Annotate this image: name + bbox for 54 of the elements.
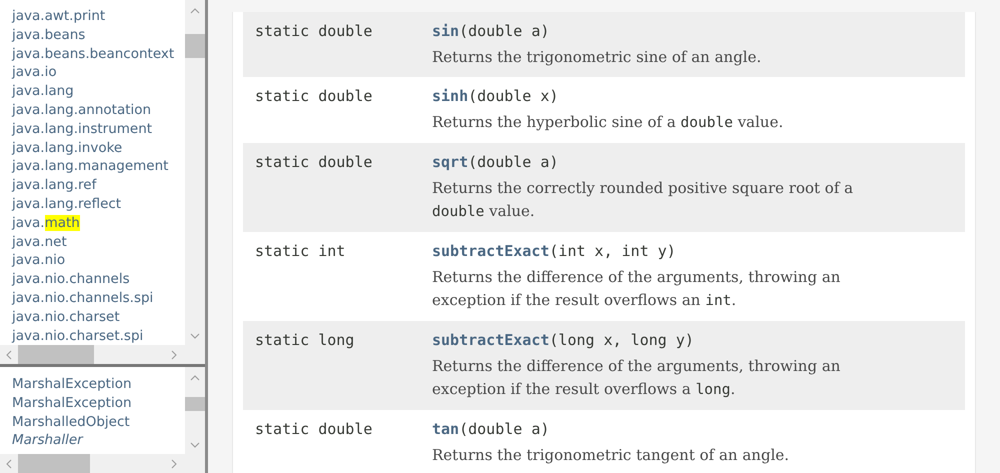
class-link[interactable]: Marshaller: [12, 431, 185, 450]
class-link[interactable]: MarshalException: [12, 375, 185, 394]
package-link[interactable]: java.math: [12, 214, 185, 233]
horizontal-scrollbar[interactable]: [0, 454, 205, 473]
method-link[interactable]: tan: [432, 420, 460, 438]
method-description: Returns the trigonometric tangent of an angle.: [432, 445, 790, 466]
vertical-scrollbar[interactable]: [185, 367, 205, 454]
vertical-scrollbar[interactable]: [185, 0, 205, 345]
package-link[interactable]: java.lang.instrument: [12, 120, 185, 139]
scrollbar-thumb[interactable]: [18, 345, 94, 364]
package-link[interactable]: java.nio.channels.spi: [12, 288, 185, 308]
package-link[interactable]: java.lang.management: [12, 157, 185, 176]
package-link[interactable]: java.beans.beancontext: [12, 44, 185, 64]
method-link[interactable]: sinh: [432, 87, 468, 105]
method-link[interactable]: subtractExact: [432, 242, 550, 260]
package-link[interactable]: java.lang: [12, 82, 185, 101]
package-link[interactable]: java.beans: [12, 26, 185, 45]
package-link[interactable]: java.nio.charset: [12, 308, 185, 327]
method-signature: sin(double a): [432, 21, 550, 42]
package-link[interactable]: java.lang.annotation: [12, 100, 185, 120]
scrollbar-thumb[interactable]: [185, 397, 205, 411]
method-link[interactable]: sin: [432, 22, 460, 40]
method-link[interactable]: sqrt: [432, 153, 468, 171]
package-link[interactable]: java.nio.channels: [12, 270, 185, 289]
method-signature: subtractExact(int x, int y): [432, 241, 677, 262]
method-signature: sqrt(double a): [432, 152, 560, 173]
method-signature: tan(double a): [432, 419, 550, 440]
method-description: Returns the hyperbolic sine of a double value.: [432, 112, 784, 133]
method-description: Returns the difference of the arguments, throwing an exception if the result overflows a long.: [432, 356, 842, 400]
modifier-cell-text: static double: [255, 152, 374, 173]
package-link[interactable]: java.net: [12, 232, 185, 252]
modifier-cell-text: static long: [255, 330, 356, 351]
method-description: Returns the correctly rounded positive square root of a double value.: [432, 178, 854, 222]
modifier-cell-text: static double: [255, 86, 374, 107]
method-description: Returns the difference of the arguments, throwing an exception if the result overflows an int.: [432, 267, 842, 311]
package-link[interactable]: java.io: [12, 63, 185, 82]
modifier-cell-text: static int: [255, 241, 346, 262]
modifier-cell-text: static double: [255, 21, 374, 42]
package-link[interactable]: java.nio.charset.spi: [12, 326, 185, 345]
method-signature: subtractExact(long x, long y): [432, 330, 695, 351]
class-link[interactable]: MarshalledObject: [12, 412, 185, 432]
modifier-cell-text: static double: [255, 419, 374, 440]
horizontal-scrollbar[interactable]: [0, 345, 205, 364]
scrollbar-thumb[interactable]: [185, 34, 205, 58]
package-link[interactable]: java.awt.print: [12, 7, 185, 26]
package-link[interactable]: java.nio: [12, 251, 185, 270]
package-link[interactable]: java.lang.reflect: [12, 194, 185, 214]
method-link[interactable]: subtractExact: [432, 331, 550, 349]
method-signature: sinh(double x): [432, 86, 560, 107]
class-link[interactable]: MarshalException: [12, 394, 185, 413]
package-link[interactable]: java.lang.invoke: [12, 138, 185, 158]
package-link[interactable]: java.lang.ref: [12, 176, 185, 195]
method-description: Returns the trigonometric sine of an angle.: [432, 47, 762, 68]
scrollbar-thumb[interactable]: [18, 454, 90, 473]
